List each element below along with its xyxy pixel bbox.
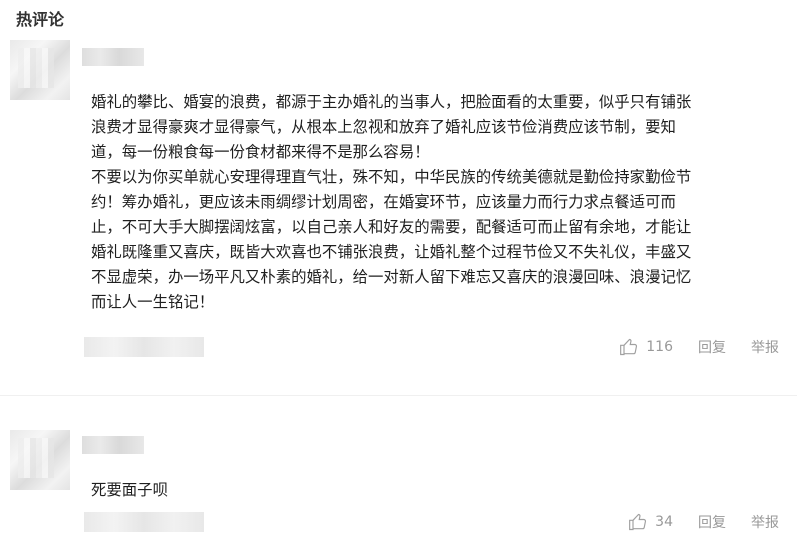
comment-text: 死要面子呗 [91,481,168,499]
comment-meta [84,337,204,357]
thumbs-up-icon [620,338,638,356]
comment-meta [84,512,204,532]
like-count: 34 [655,514,673,530]
like-count: 116 [646,339,673,355]
avatar[interactable] [10,430,70,490]
avatar[interactable] [10,40,70,100]
comment-text: 婚礼的攀比、婚宴的浪费，都源于主办婚礼的当事人，把脸面看的太重要，似乎只有铺张 … [91,93,692,311]
comment-actions: 34 回复 举报 [628,512,779,532]
report-button[interactable]: 举报 [751,512,779,532]
like-button[interactable]: 34 [628,512,673,532]
thumbs-up-icon [629,513,647,531]
report-button[interactable]: 举报 [751,337,779,357]
divider [0,395,797,396]
reply-button[interactable]: 回复 [698,512,726,532]
reply-button[interactable]: 回复 [698,337,726,357]
comment-actions: 116 回复 举报 [619,337,779,357]
like-button[interactable]: 116 [619,337,673,357]
username[interactable] [82,436,144,454]
section-title: 热评论 [16,10,65,29]
username[interactable] [82,48,144,66]
